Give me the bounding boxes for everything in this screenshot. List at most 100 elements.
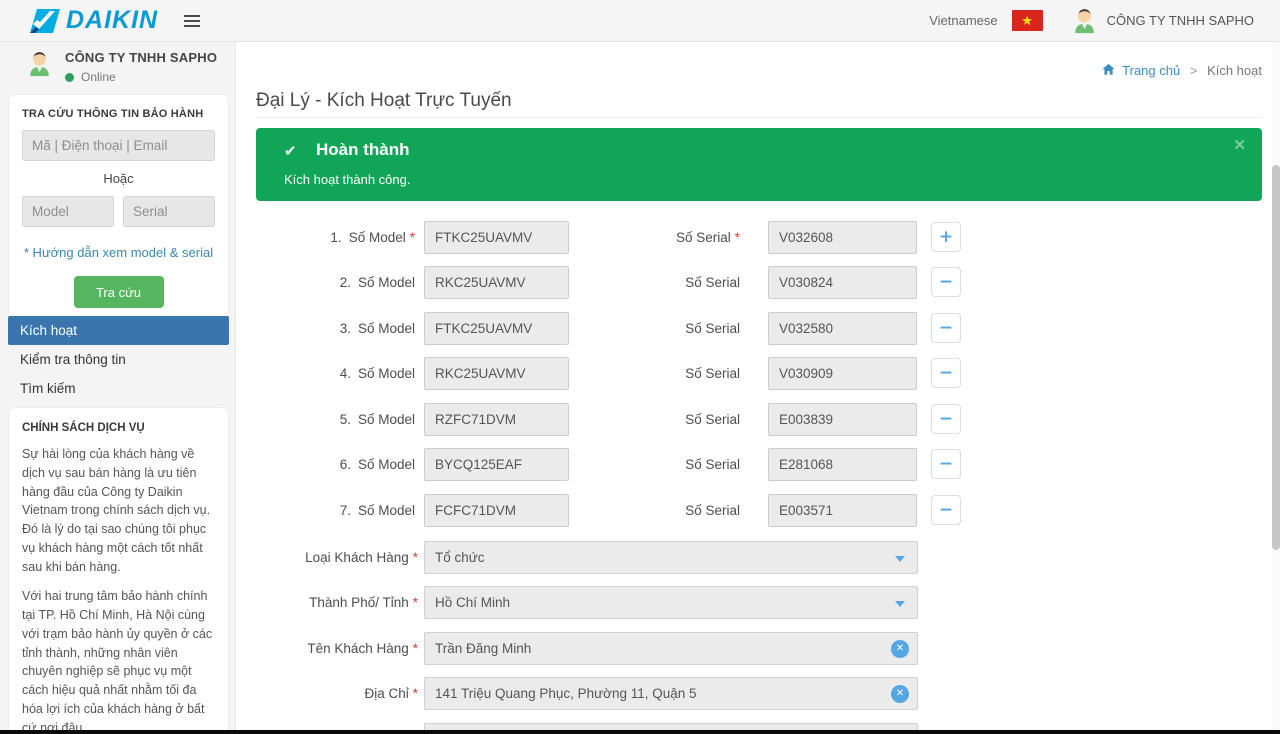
model-label: 7.Số Model (256, 494, 415, 527)
model-label: 1.Số Model* (256, 221, 415, 254)
customer-type-select[interactable]: Tổ chức (424, 541, 918, 574)
remove-row-button[interactable]: − (931, 449, 961, 479)
remove-row-button[interactable]: − (931, 404, 961, 434)
minus-icon: − (939, 272, 953, 292)
close-icon[interactable]: ✕ (1233, 136, 1246, 154)
policy-paragraph: Với hai trung tâm bảo hành chính tại TP.… (22, 587, 215, 734)
serial-label: Số Serial (556, 448, 740, 481)
model-serial-row: 6.Số Model Số Serial − (256, 448, 976, 481)
avatar (1071, 7, 1098, 34)
minus-icon: − (939, 318, 953, 338)
check-icon: ✔ (284, 142, 297, 160)
menu-icon[interactable] (184, 15, 200, 27)
city-label: Thành Phố/ Tỉnh* (256, 586, 418, 619)
serial-label: Số Serial (556, 494, 740, 527)
serial-input[interactable] (768, 357, 917, 390)
address-row: Địa Chỉ* 141 Triệu Quang Phục, Phường 11… (256, 677, 976, 710)
online-status-label: Online (81, 70, 116, 84)
model-input[interactable] (424, 448, 569, 481)
serial-label: Số Serial* (556, 221, 740, 254)
model-serial-row: 2.Số Model Số Serial − (256, 266, 976, 299)
avatar (26, 50, 53, 77)
sidebar-user-panel: CÔNG TY TNHH SAPHO Online (26, 50, 217, 84)
scrollbar-thumb[interactable] (1272, 165, 1280, 550)
sidebar: CÔNG TY TNHH SAPHO Online TRA CỨU THÔNG … (0, 42, 236, 734)
online-status-dot (65, 73, 74, 82)
address-label: Địa Chỉ* (256, 677, 418, 710)
customer-type-label: Loại Khách Hàng* (256, 541, 418, 574)
model-search-input[interactable] (22, 196, 114, 227)
serial-label: Số Serial (556, 403, 740, 436)
model-label: 5.Số Model (256, 403, 415, 436)
model-input[interactable] (424, 357, 569, 390)
minus-icon: − (939, 363, 953, 383)
serial-input[interactable] (768, 312, 917, 345)
serial-input[interactable] (768, 494, 917, 527)
chevron-down-icon (895, 601, 905, 607)
customer-name-row: Tên Khách Hàng* Trần Đăng Minh ✕ (256, 632, 976, 665)
code-phone-email-input[interactable] (22, 130, 215, 161)
policy-paragraph: Sự hài lòng của khách hàng về dịch vụ sa… (22, 445, 215, 576)
model-input[interactable] (424, 266, 569, 299)
daikin-logo-mark-icon (30, 8, 60, 34)
daikin-logo: DAIKIN (30, 6, 158, 35)
page: DAIKIN Vietnamese ★ CÔNG TY TNHH SAPHO (0, 0, 1280, 734)
language-selector[interactable]: Vietnamese (929, 13, 997, 28)
model-input[interactable] (424, 403, 569, 436)
model-serial-guide-link[interactable]: * Hướng dẫn xem model & serial (22, 245, 215, 260)
plus-icon: + (939, 227, 953, 247)
city-select[interactable]: Hồ Chí Minh (424, 586, 918, 619)
success-alert: ✔ Hoàn thành Kích hoạt thành công. ✕ (256, 128, 1262, 201)
remove-row-button[interactable]: − (931, 495, 961, 525)
sidebar-nav: Kích hoạt Kiểm tra thông tin Tìm kiếm (8, 316, 229, 403)
model-input[interactable] (424, 312, 569, 345)
model-label: 6.Số Model (256, 448, 415, 481)
model-input[interactable] (424, 494, 569, 527)
chevron-down-icon (895, 556, 905, 562)
serial-label: Số Serial (556, 266, 740, 299)
model-serial-row: 3.Số Model Số Serial − (256, 312, 976, 345)
minus-icon: − (939, 409, 953, 429)
breadcrumb-separator: > (1190, 63, 1198, 78)
brand-name: DAIKIN (66, 6, 158, 35)
minus-icon: − (939, 454, 953, 474)
breadcrumb: Trang chủ > Kích hoạt (236, 63, 1262, 78)
header-user-menu[interactable]: CÔNG TY TNHH SAPHO (1071, 7, 1254, 34)
model-input[interactable] (424, 221, 569, 254)
serial-label: Số Serial (556, 312, 740, 345)
model-label: 2.Số Model (256, 266, 415, 299)
sidebar-item-activate[interactable]: Kích hoạt (8, 316, 229, 345)
home-icon (1102, 63, 1115, 76)
city-row: Thành Phố/ Tỉnh* Hồ Chí Minh (256, 586, 976, 619)
remove-row-button[interactable]: − (931, 267, 961, 297)
model-serial-row: 7.Số Model Số Serial − (256, 494, 976, 527)
minus-icon: − (939, 500, 953, 520)
remove-row-button[interactable]: − (931, 358, 961, 388)
serial-input[interactable] (768, 221, 917, 254)
service-policy-card: CHÍNH SÁCH DỊCH VỤ Sự hài lòng của khách… (8, 407, 229, 734)
remove-row-button[interactable]: − (931, 313, 961, 343)
serial-search-input[interactable] (123, 196, 215, 227)
title-divider (256, 117, 1262, 118)
breadcrumb-home-link[interactable]: Trang chủ (1122, 63, 1180, 78)
search-card-title: TRA CỨU THÔNG TIN BẢO HÀNH (22, 108, 215, 120)
serial-input[interactable] (768, 266, 917, 299)
add-row-button[interactable]: + (931, 222, 961, 252)
warranty-search-card: TRA CỨU THÔNG TIN BẢO HÀNH Hoặc * Hướng … (8, 94, 229, 325)
address-input[interactable]: 141 Triệu Quang Phục, Phường 11, Quận 5 … (424, 677, 918, 710)
clear-icon[interactable]: ✕ (891, 640, 909, 658)
customer-name-input[interactable]: Trần Đăng Minh ✕ (424, 632, 918, 665)
search-button[interactable]: Tra cứu (74, 276, 164, 308)
model-label: 4.Số Model (256, 357, 415, 390)
sidebar-item-check-info[interactable]: Kiểm tra thông tin (8, 345, 229, 374)
top-header: DAIKIN Vietnamese ★ CÔNG TY TNHH SAPHO (0, 0, 1280, 42)
model-serial-row: 4.Số Model Số Serial − (256, 357, 976, 390)
clear-icon[interactable]: ✕ (891, 685, 909, 703)
scrollbar-track[interactable] (1272, 42, 1280, 734)
model-label: 3.Số Model (256, 312, 415, 345)
sidebar-item-search[interactable]: Tìm kiếm (8, 374, 229, 403)
serial-input[interactable] (768, 403, 917, 436)
flag-vietnam-icon[interactable]: ★ (1012, 10, 1043, 31)
serial-input[interactable] (768, 448, 917, 481)
model-serial-row: 5.Số Model Số Serial − (256, 403, 976, 436)
